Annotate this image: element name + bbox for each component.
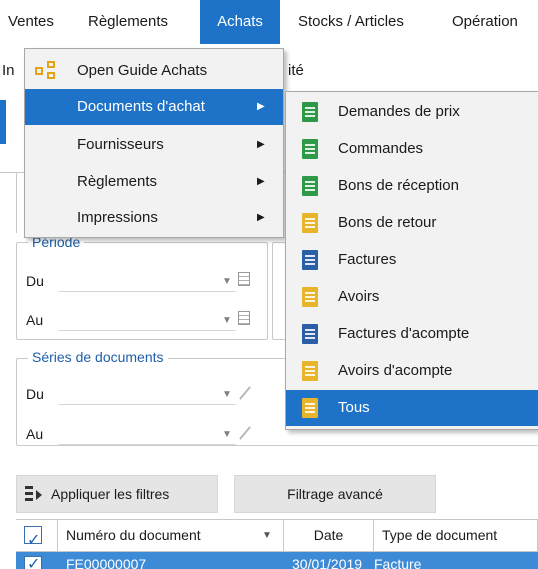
sort-arrow-icon[interactable]: ▼ — [262, 520, 272, 551]
green-document-icon — [302, 139, 318, 159]
menu-bar: Ventes Règlements Achats Stocks / Articl… — [0, 0, 538, 44]
period-from-input[interactable] — [58, 266, 236, 292]
menu-item-label: Impressions — [77, 209, 158, 226]
submenu-item-commandes[interactable]: Commandes — [286, 131, 538, 167]
submenu-item-label: Bons de retour — [338, 214, 437, 231]
selected-tab-strip — [0, 100, 6, 144]
menu-item-label: Open Guide Achats — [77, 62, 208, 79]
green-document-icon — [302, 102, 318, 122]
menu-item-fournisseurs[interactable]: Fournisseurs ▶ — [25, 127, 283, 163]
series-legend: Séries de documents — [28, 349, 168, 365]
navy-document-icon — [302, 250, 318, 270]
column-header-label: Numéro du document — [66, 527, 201, 543]
apply-filters-button[interactable]: Appliquer les filtres — [16, 475, 218, 513]
menu-item-label: Règlements — [77, 173, 158, 190]
toolbar-fragment-right[interactable]: ité — [288, 62, 304, 79]
submenu-arrow-icon: ▶ — [257, 176, 265, 187]
menu-ventes[interactable]: Ventes — [0, 0, 62, 44]
menu-item-documents-achat[interactable]: Documents d'achat ▶ — [25, 89, 283, 125]
submenu-arrow-icon: ▶ — [257, 139, 265, 150]
yellow-document-icon — [302, 287, 318, 307]
column-header-date[interactable]: Date — [284, 520, 374, 551]
achats-menu: Open Guide Achats Documents d'achat ▶ Fo… — [24, 48, 284, 238]
guide-icon — [35, 61, 57, 81]
submenu-item-avoirs[interactable]: Avoirs — [286, 279, 538, 315]
submenu-item-label: Factures d'acompte — [338, 325, 470, 342]
advanced-filter-button[interactable]: Filtrage avancé — [234, 475, 436, 513]
menu-stocks-articles[interactable]: Stocks / Articles — [290, 0, 412, 44]
series-to-input[interactable] — [58, 419, 236, 445]
table-row[interactable]: FE00000007 30/01/2019 Facture — [16, 552, 538, 569]
submenu-item-demandes-de-prix[interactable]: Demandes de prix — [286, 94, 538, 130]
chevron-down-icon[interactable]: ▼ — [222, 276, 232, 287]
submenu-item-label: Bons de réception — [338, 177, 459, 194]
submenu-item-label: Commandes — [338, 140, 424, 157]
submenu-item-label: Avoirs d'acompte — [338, 362, 453, 379]
calendar-icon[interactable] — [238, 311, 250, 325]
submenu-item-bons-de-reception[interactable]: Bons de réception — [286, 168, 538, 204]
submenu-item-avoirs-acompte[interactable]: Avoirs d'acompte — [286, 353, 538, 389]
chevron-down-icon[interactable]: ▼ — [222, 429, 232, 440]
edit-icon[interactable] — [238, 426, 252, 440]
calendar-icon[interactable] — [238, 272, 250, 286]
menu-reglements[interactable]: Règlements — [80, 0, 176, 44]
select-all-checkbox[interactable] — [24, 524, 42, 555]
submenu-item-label: Demandes de prix — [338, 103, 460, 120]
yellow-document-icon — [302, 398, 318, 418]
menu-item-open-guide-achats[interactable]: Open Guide Achats — [25, 53, 283, 89]
green-document-icon — [302, 176, 318, 196]
divider — [16, 173, 17, 233]
menu-item-reglements[interactable]: Règlements ▶ — [25, 164, 283, 200]
period-to-input[interactable] — [58, 305, 236, 331]
submenu-item-label: Tous — [338, 399, 370, 416]
column-header-type[interactable]: Type de document — [374, 520, 538, 551]
period-to-label: Au — [26, 312, 44, 328]
submenu-item-tous[interactable]: Tous — [286, 390, 538, 426]
submenu-item-bons-de-retour[interactable]: Bons de retour — [286, 205, 538, 241]
series-to-label: Au — [26, 426, 44, 442]
submenu-item-factures[interactable]: Factures — [286, 242, 538, 278]
column-header-label: Date — [313, 527, 344, 543]
submenu-item-label: Factures — [338, 251, 397, 268]
apply-filter-icon — [25, 485, 43, 503]
menu-item-impressions[interactable]: Impressions ▶ — [25, 200, 283, 236]
document-number: FE00000007 — [66, 556, 147, 569]
period-from-label: Du — [26, 273, 44, 289]
grid-header: Numéro du document ▼ Date Type de docume… — [16, 519, 538, 555]
chevron-down-icon[interactable]: ▼ — [222, 389, 232, 400]
document-date: 30/01/2019 — [292, 556, 363, 569]
submenu-item-label: Avoirs — [338, 288, 380, 305]
menu-operations[interactable]: Opération — [444, 0, 526, 44]
series-from-label: Du — [26, 386, 44, 402]
menu-item-label: Documents d'achat — [77, 98, 205, 115]
document-type: Facture — [374, 556, 422, 569]
yellow-document-icon — [302, 213, 318, 233]
menu-item-label: Fournisseurs — [77, 136, 164, 153]
edit-icon[interactable] — [238, 386, 252, 400]
submenu-item-factures-acompte[interactable]: Factures d'acompte — [286, 316, 538, 352]
documents-achat-submenu: Demandes de prix Commandes Bons de récep… — [285, 91, 538, 430]
column-header-label: Type de document — [382, 527, 498, 543]
toolbar-fragment-left[interactable]: In — [2, 62, 15, 79]
yellow-document-icon — [302, 361, 318, 381]
advanced-filter-label: Filtrage avancé — [287, 486, 383, 502]
chevron-down-icon[interactable]: ▼ — [222, 315, 232, 326]
menu-achats[interactable]: Achats — [200, 0, 280, 44]
column-header-number[interactable]: Numéro du document ▼ — [58, 520, 284, 551]
apply-filters-label: Appliquer les filtres — [51, 486, 170, 502]
series-from-input[interactable] — [58, 379, 236, 405]
row-checkbox[interactable] — [24, 554, 42, 569]
submenu-arrow-icon: ▶ — [257, 101, 265, 112]
submenu-arrow-icon: ▶ — [257, 212, 265, 223]
select-all-cell — [16, 520, 58, 555]
navy-document-icon — [302, 324, 318, 344]
